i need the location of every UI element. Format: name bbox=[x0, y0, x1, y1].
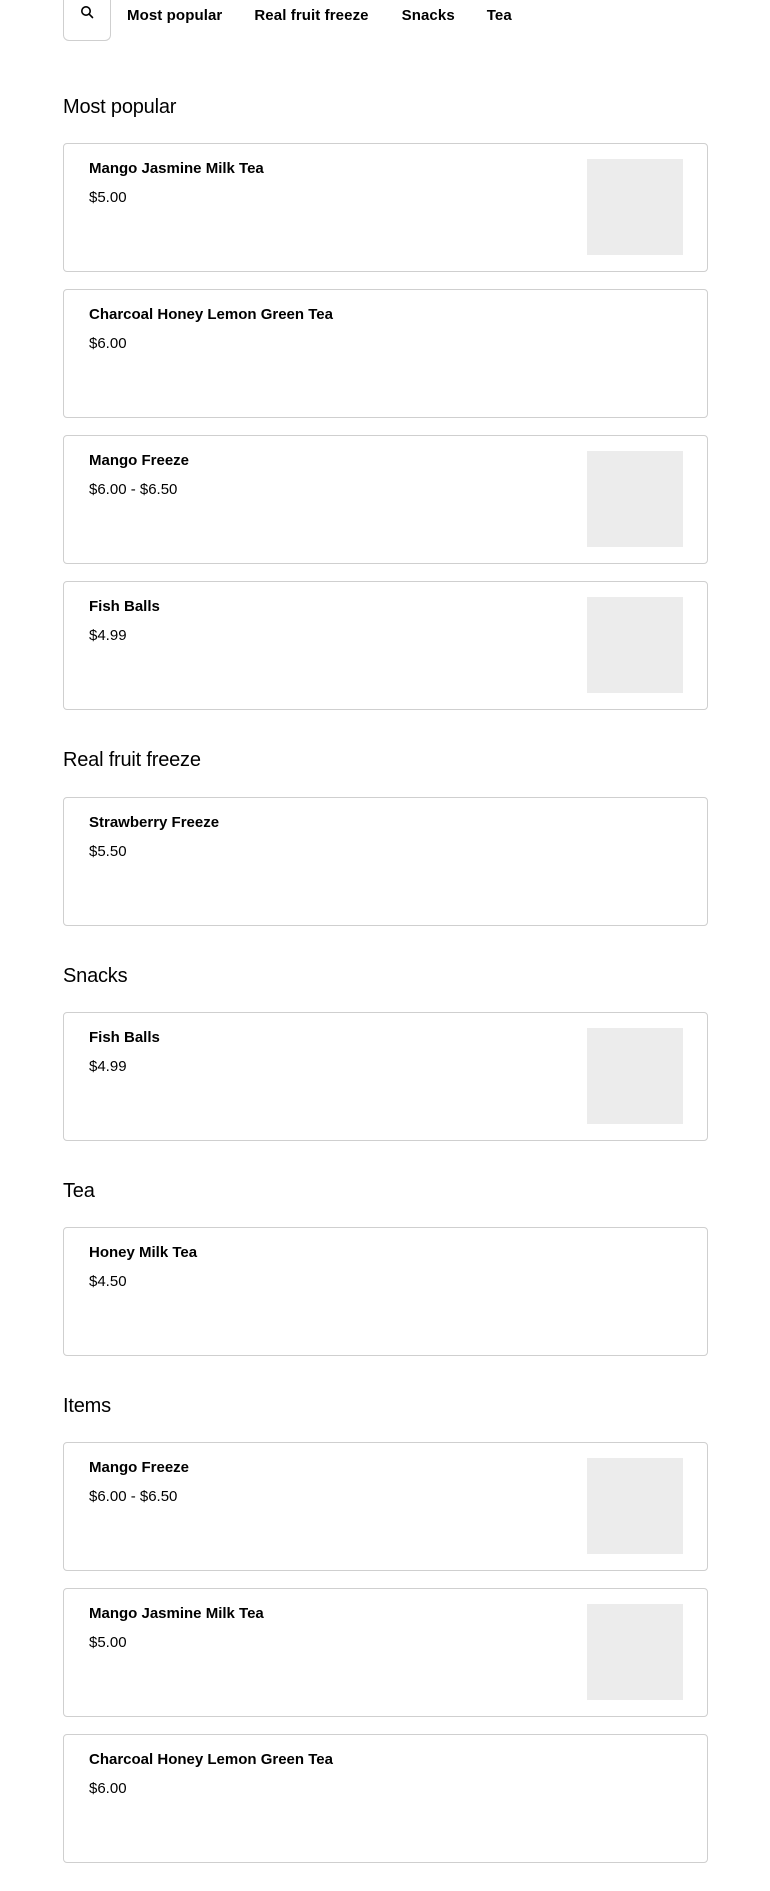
search-button[interactable] bbox=[63, 0, 111, 41]
nav-link-most-popular[interactable]: Most popular bbox=[127, 7, 222, 24]
menu-item-card[interactable]: Charcoal Honey Lemon Green Tea $6.00 bbox=[63, 289, 708, 418]
item-price: $6.00 - $6.50 bbox=[89, 481, 178, 498]
item-image bbox=[587, 451, 683, 547]
item-price: $6.00 bbox=[89, 1780, 127, 1797]
menu-item-card[interactable]: Mango Freeze $6.00 - $6.50 bbox=[63, 1442, 708, 1571]
nav-link-tea[interactable]: Tea bbox=[487, 7, 512, 24]
item-price: $5.00 bbox=[89, 189, 127, 206]
section-title-real-fruit-freeze: Real fruit freeze bbox=[63, 749, 201, 771]
item-price: $5.00 bbox=[89, 1634, 127, 1651]
menu-item-card[interactable]: Honey Milk Tea $4.50 bbox=[63, 1227, 708, 1356]
item-name: Mango Freeze bbox=[89, 1459, 190, 1476]
category-nav: Most popular Real fruit freeze Snacks Te… bbox=[63, 0, 708, 42]
item-price: $5.50 bbox=[89, 843, 127, 860]
menu-item-card[interactable]: Strawberry Freeze $5.50 bbox=[63, 797, 708, 926]
item-price: $6.00 bbox=[89, 335, 127, 352]
menu-item-card[interactable]: Mango Freeze $6.00 - $6.50 bbox=[63, 435, 708, 564]
item-name: Mango Jasmine Milk Tea bbox=[89, 160, 264, 177]
menu-item-card[interactable]: Fish Balls $4.99 bbox=[63, 1012, 708, 1141]
item-name: Charcoal Honey Lemon Green Tea bbox=[89, 1751, 333, 1768]
item-name: Charcoal Honey Lemon Green Tea bbox=[89, 306, 333, 323]
section-title-items: Items bbox=[63, 1395, 111, 1417]
section-title-most-popular: Most popular bbox=[63, 96, 177, 118]
item-name: Strawberry Freeze bbox=[89, 814, 220, 831]
item-image bbox=[587, 1028, 683, 1124]
item-price: $4.99 bbox=[89, 1058, 127, 1075]
section-title-tea: Tea bbox=[63, 1180, 95, 1202]
menu-item-card[interactable]: Mango Jasmine Milk Tea $5.00 bbox=[63, 143, 708, 272]
search-icon bbox=[80, 5, 94, 24]
section-title-snacks: Snacks bbox=[63, 965, 128, 987]
item-image bbox=[587, 1458, 683, 1554]
item-name: Fish Balls bbox=[89, 598, 160, 615]
menu-item-card[interactable]: Mango Jasmine Milk Tea $5.00 bbox=[63, 1588, 708, 1717]
item-price: $4.50 bbox=[89, 1273, 127, 1290]
menu-item-card[interactable]: Fish Balls $4.99 bbox=[63, 581, 708, 710]
item-image bbox=[587, 597, 683, 693]
item-image bbox=[587, 1604, 683, 1700]
item-name: Honey Milk Tea bbox=[89, 1244, 198, 1261]
item-price: $4.99 bbox=[89, 627, 127, 644]
item-name: Mango Freeze bbox=[89, 452, 190, 469]
nav-link-snacks[interactable]: Snacks bbox=[402, 7, 455, 24]
menu-item-card[interactable]: Charcoal Honey Lemon Green Tea $6.00 bbox=[63, 1734, 708, 1863]
item-name: Fish Balls bbox=[89, 1029, 160, 1046]
item-name: Mango Jasmine Milk Tea bbox=[89, 1605, 264, 1622]
item-image bbox=[587, 159, 683, 255]
nav-link-real-fruit-freeze[interactable]: Real fruit freeze bbox=[254, 7, 368, 24]
item-price: $6.00 - $6.50 bbox=[89, 1488, 178, 1505]
